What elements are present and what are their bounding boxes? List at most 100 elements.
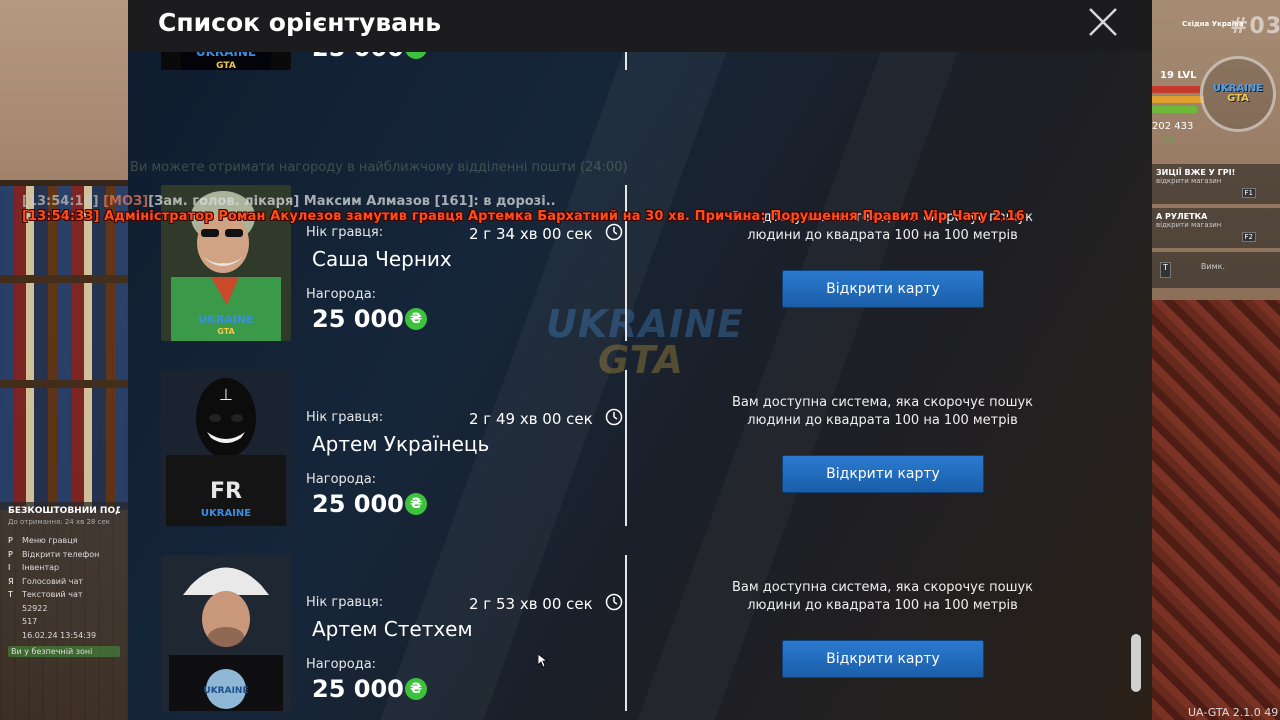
svg-text:UKRAINE: UKRAINE [196, 52, 256, 59]
promo-subtitle: відкрити магазин [1156, 177, 1222, 185]
promo-banner-1[interactable]: ЗИЦІЇ ВЖЕ У ГРІ! відкрити магазин F1 [1152, 164, 1280, 204]
nick-label: Нік гравця: [306, 225, 384, 240]
player-avatar: UKRAINE [161, 555, 291, 711]
search-description: Вам доступна система, яка скорочує пошук… [731, 395, 1034, 428]
hud-item-label: 52922 [22, 603, 48, 613]
panel-title: Список орієнтувань [158, 8, 442, 37]
server-number: #03 [1230, 14, 1280, 39]
hud-item-key: P [8, 536, 13, 545]
hud-item-key [8, 629, 16, 643]
open-map-button[interactable]: Відкрити карту [782, 270, 984, 308]
promo-key: F2 [1241, 232, 1256, 242]
player-avatar: ⊥ FR UKRAINE [161, 370, 291, 526]
hud-item: P Меню гравця [8, 534, 120, 548]
player-name: Саша Черних [312, 247, 452, 271]
game-logo: UKRAINE GTA [1200, 56, 1276, 132]
hud-item-key: P [8, 549, 13, 559]
player-name: Артем Українець [312, 432, 490, 456]
safe-zone-indicator: Ви у безпечній зоні [8, 646, 120, 657]
logo-text-bottom: GTA [1227, 93, 1249, 104]
wanted-list[interactable]: UKRAINE GTA 25 000 ₴ Відкрити карту [128, 52, 1152, 720]
reward-amount: 25 000 [312, 52, 404, 62]
player-name: Артем Стетхем [312, 617, 473, 641]
chat-text: [Зам. голов. лікаря] Максим Алмазов [161… [148, 194, 556, 209]
card-divider [625, 52, 627, 70]
svg-text:GTA: GTA [216, 61, 236, 70]
wanted-card: UKRAINE GTA 25 000 ₴ Відкрити карту [161, 52, 1121, 84]
game-version: UA-GTA 2.1.0 49 [1188, 706, 1279, 719]
free-gift-title[interactable]: БЕЗКОШТОВНИЙ ПОДАРУНОК [8, 506, 120, 516]
chat-log: [13:54:18] [МОЗ][Зам. голов. лікаря] Мак… [22, 194, 1025, 224]
hud-item: I Інвентар [8, 561, 120, 575]
chat-admin-message: [13:54:33] Адміністратор Роман Акулезов … [22, 209, 1025, 224]
backdrop-wall-left [0, 0, 128, 190]
open-map-button[interactable]: Відкрити карту [782, 640, 984, 678]
wanted-card: ⊥ FR UKRAINE Нік гравця: 2 г 49 хв 00 се… [161, 370, 1121, 540]
hud-item-label: 517 [22, 617, 38, 626]
mouse-cursor-icon [538, 654, 548, 668]
promo-subtitle: відкрити магазин [1156, 221, 1222, 229]
panel-header: Список орієнтувань [128, 0, 1152, 52]
chat-message: [13:54:18] [МОЗ][Зам. голов. лікаря] Мак… [22, 194, 1025, 209]
hunger-bar [1152, 96, 1204, 103]
hud-item-key [8, 615, 16, 629]
health-bar [1152, 86, 1200, 93]
wanted-timer: 2 г 49 хв 00 сек [469, 410, 593, 428]
clock-icon [605, 593, 623, 611]
currency-icon: ₴ [405, 308, 427, 330]
hud-item-key [8, 602, 16, 616]
toggle-label: Вимк. [1200, 262, 1225, 271]
currency-icon: ₴ [405, 52, 427, 59]
player-avatar: UKRAINE GTA [161, 52, 291, 70]
clock-icon [605, 408, 623, 426]
open-map-button[interactable]: Відкрити карту [782, 455, 984, 493]
hud-item: P Відкрити телефон [8, 548, 120, 562]
hud-item-label: Відкрити телефон [22, 549, 100, 559]
svg-text:UKRAINE: UKRAINE [203, 686, 248, 696]
voice-toggle[interactable]: T Вимк. [1152, 252, 1280, 288]
currency-icon: ₴ [405, 678, 427, 700]
hud-item-label: Інвентар [22, 563, 60, 572]
promo-title: ЗИЦІЇ ВЖЕ У ГРІ! [1156, 168, 1236, 177]
hud-item-label: Текстовий чат [22, 590, 83, 599]
player-money: 202 433 [1152, 121, 1194, 132]
hud-item-label: Голосовий чат [22, 576, 84, 586]
reward-amount: 25 000 [312, 675, 404, 703]
reward-amount: 25 000 [312, 490, 404, 518]
wanted-timer: 2 г 53 хв 00 сек [469, 595, 593, 613]
svg-text:UKRAINE: UKRAINE [201, 508, 251, 519]
promo-banner-2[interactable]: А РУЛЕТКА відкрити магазин F2 [1152, 208, 1280, 248]
svg-text:UKRAINE: UKRAINE [198, 313, 253, 326]
stamina-bar [1152, 106, 1197, 113]
online-count: 37 [1164, 137, 1175, 146]
reward-label: Нагорода: [306, 657, 377, 672]
wanted-card: UKRAINE Нік гравця: 2 г 53 хв 00 сек Арт… [161, 555, 1121, 720]
backdrop-sofa [1152, 300, 1280, 720]
toggle-key: T [1160, 262, 1171, 278]
hud-item: 16.02.24 13:54:39 [8, 629, 120, 643]
chat-tag: [МОЗ] [103, 194, 149, 209]
clock-icon [605, 223, 623, 241]
chat-faint-line: Ви можете отримати нагороду в найближчом… [130, 160, 628, 175]
hud-right: Східна Україна #03 19 LVL 202 433 37 UKR… [1152, 0, 1280, 290]
list-scrollbar[interactable] [1131, 634, 1141, 692]
hud-item-key: Я [8, 576, 14, 586]
hud-item-key: I [8, 563, 11, 572]
svg-text:⊥: ⊥ [219, 385, 233, 404]
hud-left: БЕЗКОШТОВНИЙ ПОДАРУНОК До отримання: 24 … [0, 502, 128, 720]
reward-label: Нагорода: [306, 287, 377, 302]
nick-label: Нік гравця: [306, 410, 384, 425]
chat-timestamp: [13:54:18] [22, 194, 99, 209]
currency-icon: ₴ [405, 493, 427, 515]
hud-item-key: T [8, 590, 13, 599]
hud-item: 52922 [8, 602, 120, 616]
svg-text:GTA: GTA [217, 327, 235, 336]
hud-item: Я Голосовий чат [8, 575, 120, 589]
hud-item: 517 [8, 615, 120, 629]
hud-item-label: Меню гравця [22, 536, 78, 545]
promo-key: F1 [1241, 188, 1256, 198]
close-button[interactable] [1086, 5, 1120, 39]
reward-label: Нагорода: [306, 472, 377, 487]
wanted-timer: 2 г 34 хв 00 сек [469, 225, 593, 243]
search-description: Вам доступна система, яка скорочує пошук… [731, 580, 1034, 613]
